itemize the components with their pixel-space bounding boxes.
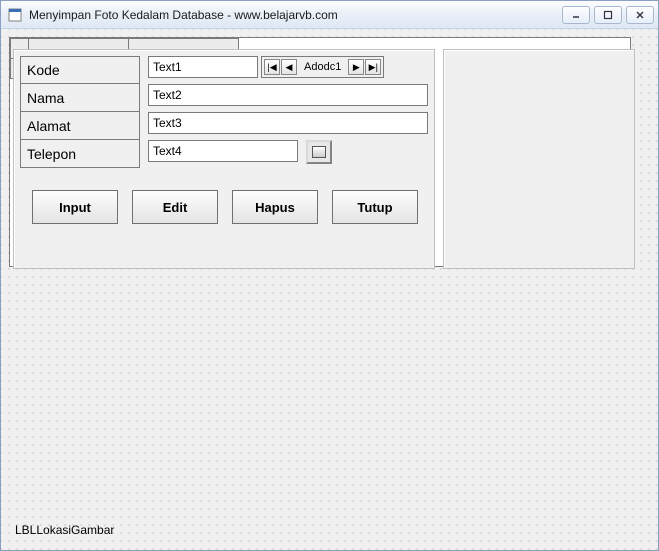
tutup-button[interactable]: Tutup	[332, 190, 418, 224]
label-alamat: Alamat	[20, 112, 140, 140]
form-designer-area: Kode |◀ ◀ Adodc1 ▶ ▶| Nama Alamat Te	[1, 29, 658, 550]
label-telepon: Telepon	[20, 140, 140, 168]
titlebar[interactable]: Menyimpan Foto Kedalam Database - www.be…	[1, 1, 658, 29]
label-kode: Kode	[20, 56, 140, 84]
textbox-alamat[interactable]	[148, 112, 428, 134]
nav-first-icon[interactable]: |◀	[264, 59, 280, 75]
label-lokasi-gambar: LBLLokasiGambar	[15, 523, 114, 537]
input-button[interactable]: Input	[32, 190, 118, 224]
minimize-button[interactable]	[562, 6, 590, 24]
textbox-nama[interactable]	[148, 84, 428, 106]
window-controls	[562, 6, 654, 24]
close-button[interactable]	[626, 6, 654, 24]
frame-inputs: Kode |◀ ◀ Adodc1 ▶ ▶| Nama Alamat Te	[13, 49, 435, 269]
maximize-button[interactable]	[594, 6, 622, 24]
nav-prev-icon[interactable]: ◀	[281, 59, 297, 75]
adodc-caption: Adodc1	[298, 61, 347, 73]
adodc-control[interactable]: |◀ ◀ Adodc1 ▶ ▶|	[261, 56, 384, 78]
row-kode: Kode |◀ ◀ Adodc1 ▶ ▶|	[20, 56, 428, 84]
picture-box[interactable]	[443, 49, 635, 269]
form-icon	[7, 7, 23, 23]
textbox-telepon[interactable]	[148, 140, 298, 162]
nav-last-icon[interactable]: ▶|	[365, 59, 381, 75]
window-title: Menyimpan Foto Kedalam Database - www.be…	[29, 8, 556, 22]
nav-next-icon[interactable]: ▶	[348, 59, 364, 75]
row-alamat: Alamat	[20, 112, 428, 140]
edit-button[interactable]: Edit	[132, 190, 218, 224]
textbox-kode[interactable]	[148, 56, 258, 78]
form-window: Menyimpan Foto Kedalam Database - www.be…	[0, 0, 659, 551]
row-nama: Nama	[20, 84, 428, 112]
image-picker-icon	[312, 146, 326, 158]
label-nama: Nama	[20, 84, 140, 112]
button-row: Input Edit Hapus Tutup	[20, 190, 428, 224]
row-telepon: Telepon	[20, 140, 428, 168]
image-picker-button[interactable]	[306, 140, 332, 164]
hapus-button[interactable]: Hapus	[232, 190, 318, 224]
